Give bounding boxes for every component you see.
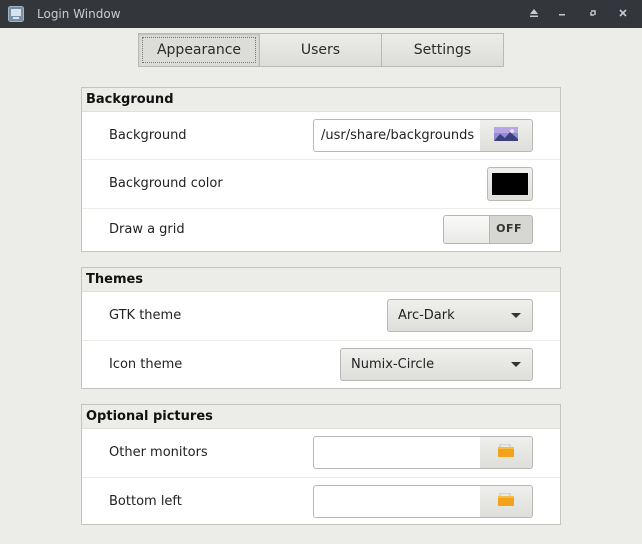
gtk-theme-dropdown[interactable]: Arc-Dark — [387, 299, 533, 332]
grid-label: Draw a grid — [109, 222, 185, 237]
close-button[interactable] — [614, 5, 632, 23]
tab-users[interactable]: Users — [260, 33, 382, 67]
gtk-theme-value: Arc-Dark — [398, 308, 455, 323]
icon-theme-row: Icon theme Numix-Circle — [82, 341, 560, 389]
chevron-down-icon — [511, 313, 521, 318]
chevron-down-icon — [511, 362, 521, 367]
eject-icon — [529, 7, 539, 22]
restore-icon — [588, 7, 598, 22]
background-label: Background — [109, 128, 187, 143]
background-group: Background Background /usr/share/backgro… — [81, 87, 561, 252]
toggle-knob[interactable] — [444, 216, 490, 243]
group-heading: Optional pictures — [82, 405, 560, 429]
tab-label: Appearance — [156, 42, 242, 58]
other-monitors-file-button[interactable] — [480, 436, 533, 469]
eject-button[interactable] — [525, 5, 543, 23]
bottom-left-row: Bottom left — [82, 478, 560, 525]
other-monitors-label: Other monitors — [109, 445, 208, 460]
minimize-button[interactable] — [553, 5, 571, 23]
color-swatch — [492, 173, 528, 195]
background-color-button[interactable] — [487, 167, 533, 201]
login-window: Login Window Appearance Users Settings B… — [0, 0, 642, 544]
title-bar[interactable]: Login Window — [0, 0, 642, 28]
icon-theme-dropdown[interactable]: Numix-Circle — [340, 348, 533, 381]
background-color-label: Background color — [109, 176, 223, 191]
bottom-left-file-button[interactable] — [480, 485, 533, 518]
background-color-row: Background color — [82, 160, 560, 209]
group-heading: Themes — [82, 268, 560, 292]
toggle-state: OFF — [496, 222, 522, 235]
restore-button[interactable] — [584, 5, 602, 23]
app-icon — [8, 6, 24, 22]
tab-settings[interactable]: Settings — [382, 33, 504, 67]
close-icon — [618, 7, 628, 22]
grid-toggle[interactable]: OFF — [443, 215, 533, 244]
other-monitors-field[interactable] — [313, 436, 481, 469]
tab-bar: Appearance Users Settings — [138, 33, 504, 67]
folder-icon — [498, 443, 514, 461]
window-title: Login Window — [37, 7, 121, 21]
folder-icon — [498, 492, 514, 510]
image-thumbnail-icon — [494, 126, 518, 145]
gtk-theme-row: GTK theme Arc-Dark — [82, 292, 560, 341]
optional-pictures-group: Optional pictures Other monitors Bottom … — [81, 404, 561, 525]
gtk-theme-label: GTK theme — [109, 308, 182, 323]
background-row: Background /usr/share/backgrounds — [82, 112, 560, 160]
background-path-text: /usr/share/backgrounds — [321, 128, 475, 143]
tab-appearance[interactable]: Appearance — [138, 33, 260, 67]
bottom-left-label: Bottom left — [109, 494, 182, 509]
grid-row: Draw a grid OFF — [82, 209, 560, 251]
tab-label: Settings — [413, 42, 472, 58]
background-file-button[interactable] — [480, 119, 533, 152]
icon-theme-value: Numix-Circle — [351, 357, 435, 372]
bottom-left-field[interactable] — [313, 485, 481, 518]
group-heading: Background — [82, 88, 560, 112]
tab-label: Users — [300, 42, 341, 58]
minimize-icon — [557, 7, 567, 22]
other-monitors-row: Other monitors — [82, 429, 560, 478]
icon-theme-label: Icon theme — [109, 357, 183, 372]
themes-group: Themes GTK theme Arc-Dark Icon theme Num… — [81, 267, 561, 389]
background-path-field[interactable]: /usr/share/backgrounds — [313, 119, 481, 152]
